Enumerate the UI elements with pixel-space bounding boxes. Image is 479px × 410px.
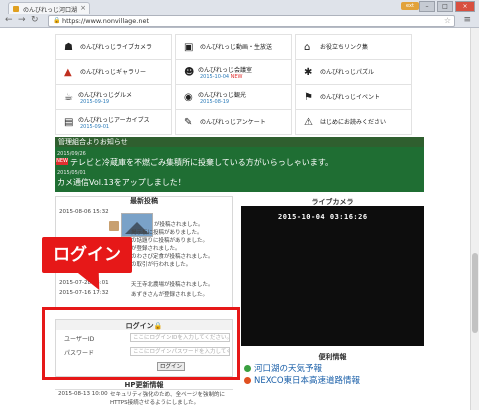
menu-gourmet[interactable]: ☕ のんびれっじグルメ 2015-09-19: [55, 84, 172, 110]
hp-update-title: HP更新情報: [55, 380, 233, 390]
favicon-icon: [13, 6, 19, 12]
menu-archives[interactable]: ▤ のんびれっじアーカイブス 2015-09-01: [55, 109, 172, 135]
people-icon: ☻: [184, 67, 195, 78]
menu-links[interactable]: ⌂ お役立ちリンク集: [295, 34, 412, 60]
minimize-button[interactable]: –: [419, 1, 435, 12]
menu-label: のんびれっじアンケート: [200, 119, 266, 126]
survey-icon: ✎: [184, 117, 193, 128]
navigation-bar: ← → ↻ 🔒 https://www.nonvillage.net ☆ ≡: [0, 14, 479, 27]
nexco-link[interactable]: NEXCO東日本高速道路情報: [254, 374, 360, 386]
news-panel: 管理組合よりお知らせ 2015/09/26 NEW テレビと冷蔵庫を不燃ごみ集積…: [55, 137, 424, 192]
menu-label: はじめにお読みください: [320, 119, 387, 126]
maximize-button[interactable]: □: [437, 1, 453, 12]
new-badge: NEW: [56, 158, 68, 165]
extension-badge[interactable]: ext: [401, 2, 419, 10]
menu-label: のんびれっじイベント: [320, 94, 381, 101]
forward-icon[interactable]: →: [18, 15, 26, 25]
menu-video[interactable]: ▣ のんびれっじ動画・生放送: [175, 34, 292, 60]
post-text[interactable]: の取引が行われました。: [131, 260, 191, 268]
avatar: [109, 221, 119, 231]
callout-text: ログイン: [53, 245, 121, 265]
post-text[interactable]: 掲示板に投稿がありました。: [131, 228, 203, 236]
hp-update-panel: HP更新情報 2015-08-13 10:00 セキュリティ強化のため、全ページ…: [55, 380, 233, 410]
post-text[interactable]: が登録されました。: [131, 244, 181, 252]
browser-tab[interactable]: のんびれっじ河口湖 ×: [8, 2, 90, 14]
close-window-button[interactable]: ×: [455, 1, 475, 12]
live-camera-image[interactable]: 2015-10-04 03:16:26: [241, 206, 424, 346]
tab-close-icon[interactable]: ×: [80, 4, 86, 12]
menu-date: 2015-09-01: [80, 124, 110, 130]
menu-read-first[interactable]: ⚠ はじめにお読みください: [295, 109, 412, 135]
menu-meeting-room[interactable]: ☻ のんびれっじ会議室 2015-10-04 NEW: [175, 59, 292, 85]
menu-label: のんびれっじ観光: [198, 92, 247, 99]
post-text[interactable]: 天王寺北農場が投稿されました。: [131, 280, 214, 288]
menu-puzzle[interactable]: ✱ のんびれっじパズル: [295, 59, 412, 85]
menu-label: のんびれっじ動画・生放送: [200, 44, 273, 51]
news-date: 2015/05/01: [57, 170, 86, 176]
menu-date: 2015-08-19: [200, 99, 230, 105]
warning-icon: ⚠: [304, 117, 313, 128]
camera-icon: ☗: [64, 42, 73, 53]
useful-info-panel: 便利情報 河口湖の天気予報 NEXCO東日本高速道路情報: [241, 352, 424, 392]
news-item-link[interactable]: カメ通信Vol.13をアップしました！: [57, 177, 186, 188]
post-text[interactable]: の話題りに投稿がありました。: [131, 236, 208, 244]
menu-tourism[interactable]: ◉ のんびれっじ観光 2015-08-19: [175, 84, 292, 110]
info-title: 便利情報: [318, 353, 347, 361]
camera-tourism-icon: ◉: [184, 92, 193, 103]
mountain-icon: ▲: [64, 67, 72, 78]
gourmet-icon: ☕: [64, 92, 73, 103]
browser-chrome: のんびれっじ河口湖 × ext – □ × ← → ↻ 🔒 https://ww…: [0, 0, 479, 28]
new-badge: NEW: [230, 74, 243, 80]
address-bar[interactable]: 🔒 https://www.nonvillage.net ☆: [48, 15, 455, 27]
menu-label: のんびれっじ会議室: [198, 67, 253, 74]
post-text[interactable]: が投稿されました。: [154, 220, 204, 228]
menu-gallery[interactable]: ▲ のんびれっじギャラリー: [55, 59, 172, 85]
menu-label: のんびれっじライブカメラ: [80, 44, 153, 51]
camera-title: ライブカメラ: [311, 198, 354, 206]
menu-label: のんびれっじグルメ: [78, 92, 133, 99]
archive-icon: ▤: [64, 117, 74, 128]
post-text[interactable]: のわさび定食が投稿されました。: [131, 252, 214, 260]
menu-label: お役立ちリンク集: [320, 44, 369, 51]
menu-label: のんびれっじパズル: [320, 69, 375, 76]
hp-update-date: 2015-08-13 10:00: [58, 391, 108, 397]
window-controls: – □ ×: [419, 1, 475, 12]
menu-label: のんびれっじアーカイブス: [78, 117, 150, 124]
home-icon: ⌂: [304, 42, 311, 53]
menu-live-camera[interactable]: ☗ のんびれっじライブカメラ: [55, 34, 172, 60]
menu-survey[interactable]: ✎ のんびれっじアンケート: [175, 109, 292, 135]
news-item-link[interactable]: テレビと冷蔵庫を不燃ごみ集積所に投棄している方がいらっしゃいます。: [70, 157, 333, 168]
menu-events[interactable]: ⚑ のんびれっじイベント: [295, 84, 412, 110]
scrollbar-thumb[interactable]: [472, 253, 478, 333]
menu-date: 2015-09-19: [80, 99, 110, 105]
flag-icon: ⚑: [304, 92, 313, 103]
url-text: https://www.nonvillage.net: [62, 17, 150, 25]
browser-menu-icon[interactable]: ≡: [463, 15, 471, 25]
post-date: 2015-07-16 17:32: [59, 290, 109, 296]
weather-link[interactable]: 河口湖の天気予報: [254, 362, 322, 374]
nexco-icon: [244, 377, 251, 384]
hp-update-text: セキュリティ強化のため、全ページを強制的にHTTPS接続させるようにしました。: [110, 392, 226, 406]
page-scrollbar[interactable]: [470, 28, 479, 410]
back-icon[interactable]: ←: [5, 15, 13, 25]
menu-date: 2015-10-04 NEW: [200, 74, 243, 80]
menu-label: のんびれっじギャラリー: [80, 69, 147, 76]
post-date: 2015-08-06 15:32: [59, 209, 109, 215]
puzzle-icon: ✱: [304, 67, 313, 78]
video-icon: ▣: [184, 42, 194, 53]
lock-icon: 🔒: [53, 17, 61, 24]
tab-title: のんびれっじ河口湖: [23, 7, 78, 14]
login-highlight-frame: [42, 307, 240, 380]
reload-icon[interactable]: ↻: [31, 15, 39, 25]
panel-title: 最新投稿: [130, 197, 158, 205]
camera-timestamp: 2015-10-04 03:16:26: [278, 213, 368, 221]
login-callout: ログイン: [42, 237, 132, 273]
news-title: 管理組合よりお知らせ: [55, 137, 424, 147]
bookmark-star-icon[interactable]: ☆: [444, 16, 451, 25]
post-text[interactable]: あずきさんが登録されました。: [131, 290, 208, 298]
weather-icon: [244, 365, 251, 372]
